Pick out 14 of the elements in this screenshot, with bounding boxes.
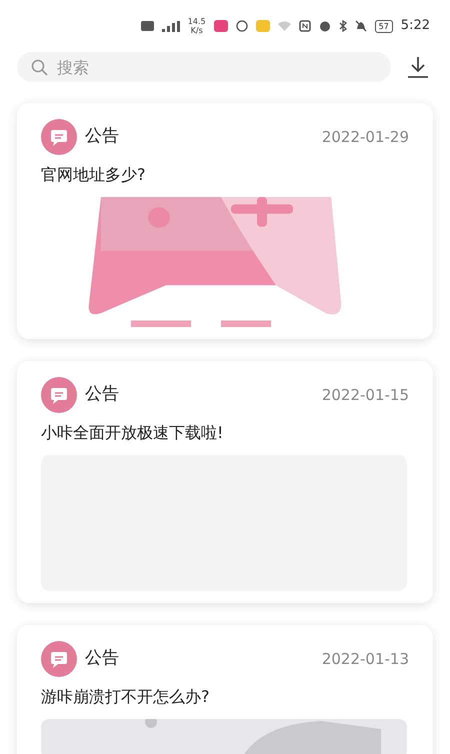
post-title[interactable]: 小咔全面开放极速下载啦! [41, 421, 409, 445]
speed-text: 14.5 [188, 17, 206, 26]
battery-indicator: 57 [374, 20, 393, 32]
post-title[interactable]: 游咔崩溃打不开怎么办? [41, 685, 409, 709]
post-title[interactable]: 官网地址多少? [41, 163, 409, 187]
tag-label: 公告 [85, 125, 119, 148]
post-date: 2022-01-13 [322, 648, 409, 670]
time-text: 5:22 [400, 17, 430, 36]
tag-label: 公告 [85, 383, 119, 406]
tag-label: 公告 [85, 647, 119, 670]
speed-unit: K/s [190, 26, 204, 35]
post-date: 2022-01-29 [322, 126, 409, 148]
post-date: 2022-01-15 [322, 384, 409, 406]
search-field[interactable]: 搜索 [17, 52, 391, 82]
